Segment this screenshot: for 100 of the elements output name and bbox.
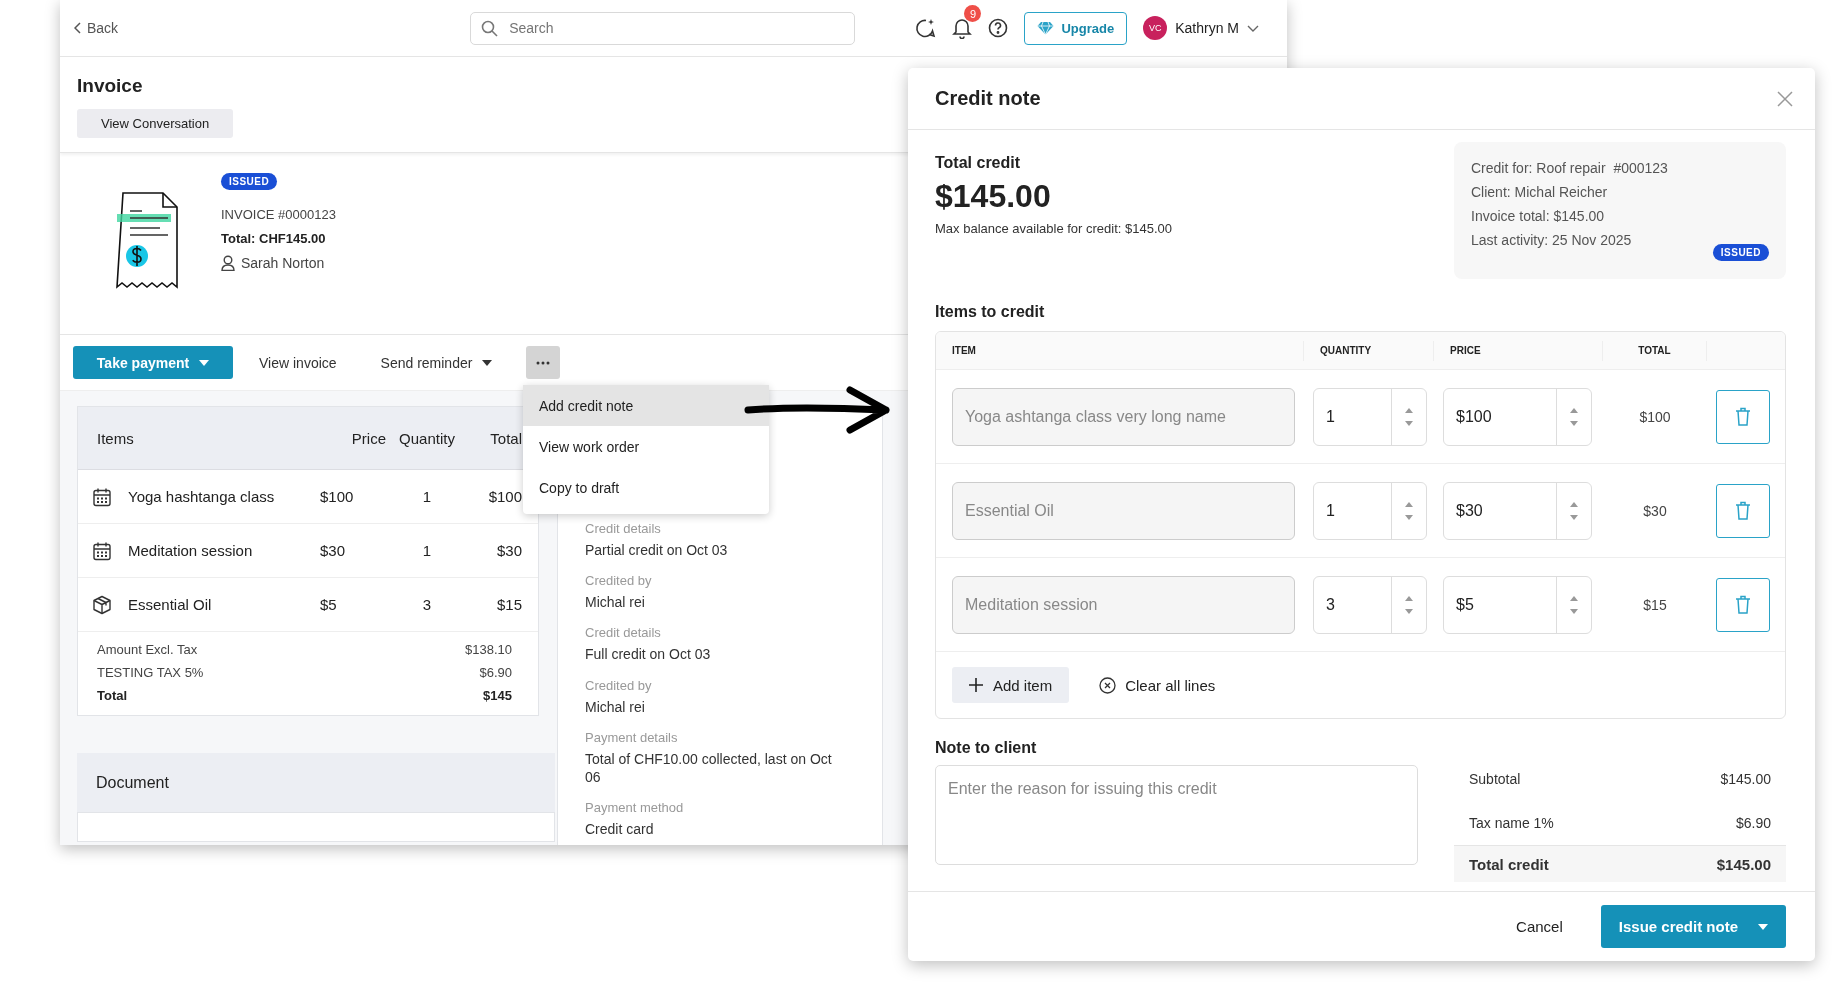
invoice-number: INVOICE #0000123 — [221, 207, 336, 222]
detail-label: Credit details — [585, 521, 662, 536]
item-quantity: 1 — [421, 488, 433, 505]
issue-credit-note-button[interactable]: Issue credit note — [1600, 905, 1786, 948]
detail-label: Credited by — [585, 677, 653, 693]
items-heading: Items to credit — [935, 303, 1046, 321]
diamond-icon — [1037, 21, 1055, 35]
summary-row-text: Tax name 1% $6.90 — [1468, 814, 1772, 833]
column-header: TOTAL — [1603, 340, 1707, 361]
price-field[interactable]: $5 — [1443, 575, 1592, 634]
upgrade-button[interactable]: Upgrade — [1024, 11, 1128, 45]
detail-label: Credited by — [585, 573, 653, 589]
trash-icon — [1735, 501, 1751, 520]
search-field[interactable]: Search — [470, 11, 856, 45]
info-line: Invoice total: $145.00 — [1471, 208, 1606, 224]
view-conversation-button[interactable]: View Conversation — [77, 109, 234, 138]
menu-item[interactable]: Add credit note — [523, 385, 769, 426]
detail-label: Payment details — [585, 729, 679, 745]
box-icon — [92, 594, 112, 615]
line-total: $15 — [1642, 596, 1668, 613]
item-field[interactable]: Meditation session — [952, 575, 1295, 634]
caret-down-icon — [199, 359, 210, 366]
detail-value: Credit card — [585, 820, 655, 839]
help-icon[interactable] — [988, 18, 1009, 38]
panel-title: Credit note — [935, 87, 1041, 110]
calendar-icon — [92, 540, 112, 561]
column-header: Quantity — [398, 429, 456, 447]
detail-value: Partial credit on Oct 03 — [585, 541, 729, 560]
menu-item[interactable]: Copy to draft — [523, 467, 769, 508]
cancel-button[interactable]: Cancel — [1504, 912, 1575, 941]
bell-icon[interactable] — [952, 17, 973, 39]
total-credit-amount: $145.00 — [935, 178, 1052, 215]
detail-value: Total of CHF10.00 collected, last on Oct 06 — [585, 749, 833, 787]
chevron-down-icon[interactable] — [1247, 24, 1259, 32]
total-label: Amount Excl. Tax — [97, 642, 198, 657]
info-line: Credit for: Roof repair #000123 — [1471, 160, 1669, 176]
info-line: Client: Michal Reicher — [1471, 184, 1609, 200]
caret-down-icon — [482, 359, 493, 366]
status-badge: ISSUED — [1712, 244, 1769, 261]
detail-value: Full credit on Oct 03 — [585, 645, 712, 664]
take-payment-button[interactable]: Take payment — [73, 346, 233, 379]
detail-label: Credit details — [585, 625, 662, 641]
item-total: $100 — [487, 488, 522, 505]
page-title: Invoice — [77, 75, 144, 97]
note-field[interactable]: Enter the reason for issuing this credit — [935, 765, 1418, 865]
view-invoice-button[interactable]: View invoice — [241, 346, 355, 379]
item-total: $30 — [495, 542, 522, 559]
menu-item[interactable]: View work order — [523, 426, 769, 467]
delete-button[interactable] — [1716, 577, 1770, 632]
invoice-total: Total: CHF145.00 — [221, 231, 327, 246]
detail-value: Michal rei — [585, 697, 646, 716]
plus-icon — [969, 678, 983, 692]
user-name[interactable]: Kathryn M — [1175, 20, 1239, 36]
delete-button[interactable] — [1716, 483, 1770, 538]
delete-button[interactable] — [1716, 389, 1770, 444]
send-reminder-button[interactable]: Send reminder — [362, 346, 511, 379]
column-header: Price — [350, 429, 386, 447]
total-value: $145 — [483, 688, 512, 703]
price-field[interactable]: $30 — [1443, 481, 1592, 540]
note-heading: Note to client — [935, 739, 1038, 757]
column-header: ITEM — [936, 340, 1304, 361]
more-button[interactable] — [526, 346, 561, 379]
item-field[interactable]: Yoga ashtanga class very long name — [952, 387, 1295, 446]
item-price: $100 — [320, 488, 355, 505]
item-price: $5 — [320, 596, 338, 613]
price-field[interactable]: $100 — [1443, 387, 1592, 446]
line-total: $30 — [1642, 502, 1668, 519]
quantity-field[interactable]: 1 — [1313, 481, 1427, 540]
user-avatar[interactable]: VC — [1143, 16, 1168, 40]
item-total: $15 — [495, 596, 522, 613]
summary-row-text: Subtotal $145.00 — [1468, 770, 1772, 789]
calendar-icon — [92, 486, 112, 507]
chat-sparkle-icon[interactable] — [914, 17, 937, 39]
quantity-field[interactable]: 3 — [1313, 575, 1427, 634]
total-value: $6.90 — [479, 665, 512, 680]
total-value: $138.10 — [465, 642, 512, 657]
column-header: Items — [97, 429, 135, 447]
notification-count: 9 — [964, 5, 982, 22]
item-name: Yoga hashtanga class — [128, 488, 276, 505]
item-name: Essential Oil — [128, 596, 213, 613]
add-item-button[interactable]: Add item — [952, 667, 1070, 703]
caret-down-icon — [1758, 923, 1768, 930]
item-field[interactable]: Essential Oil — [952, 481, 1295, 540]
trash-icon — [1735, 595, 1751, 614]
total-label: Total — [97, 688, 128, 703]
max-balance-text: Max balance available for credit: $145.00 — [935, 221, 1173, 236]
quantity-field[interactable]: 1 — [1313, 387, 1427, 446]
column-header: PRICE — [1434, 340, 1603, 361]
client-name: Sarah Norton — [241, 255, 325, 271]
chevron-left-icon — [74, 22, 81, 34]
close-button[interactable] — [1777, 90, 1793, 107]
item-quantity: 3 — [421, 596, 433, 613]
total-label: TESTING TAX 5% — [97, 665, 204, 680]
back-button[interactable]: Back — [74, 20, 119, 36]
close-icon — [1777, 90, 1793, 107]
clear-lines-button[interactable]: Clear all lines — [1099, 676, 1216, 694]
detail-value: Michal rei — [585, 593, 646, 612]
search-icon — [481, 19, 499, 37]
item-price: $30 — [320, 542, 347, 559]
trash-icon — [1735, 407, 1751, 426]
